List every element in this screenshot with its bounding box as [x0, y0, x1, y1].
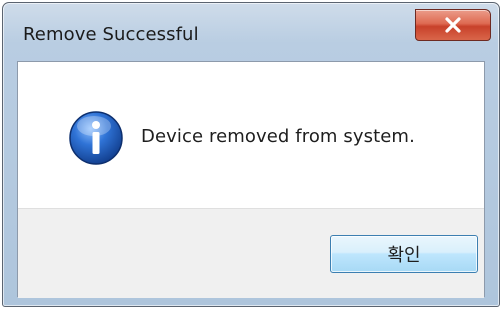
ok-button[interactable]: 확인 — [330, 235, 478, 273]
title-bar[interactable]: Remove Successful — [3, 3, 499, 61]
message-area: Device removed from system. — [18, 62, 484, 208]
dialog-window: Remove Successful Device removed from sy… — [2, 2, 500, 307]
dialog-title: Remove Successful — [23, 24, 199, 45]
info-icon — [68, 110, 124, 166]
dialog-message: Device removed from system. — [141, 126, 415, 147]
close-button[interactable] — [415, 9, 491, 41]
button-bar: 확인 — [18, 208, 484, 298]
dialog-body: Device removed from system. 확인 — [17, 61, 485, 298]
close-icon — [444, 17, 462, 33]
